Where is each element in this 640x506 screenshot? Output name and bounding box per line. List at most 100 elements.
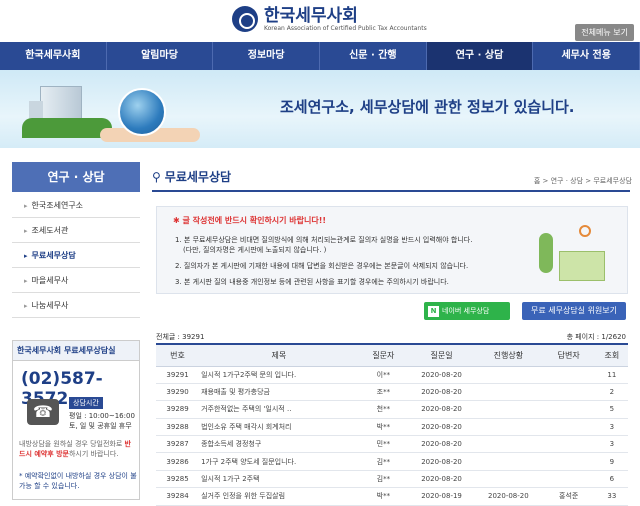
- row-answerer: [541, 400, 596, 419]
- row-views: 5: [595, 400, 628, 419]
- sidebar-item-tax-institute[interactable]: 한국조세연구소: [12, 193, 140, 218]
- row-status: [474, 435, 542, 454]
- consult-committee-button[interactable]: 무료 세무상담실 위원보기: [522, 302, 626, 320]
- visit-note-a: 내방상담을 원하실 경우 당일전화로: [19, 440, 125, 448]
- hero-banner: 조세연구소, 세무상담에 관한 정보가 있습니다.: [0, 70, 640, 148]
- row-title-link[interactable]: 종합소득세 경정청구: [199, 435, 359, 454]
- visit-note-c: 하시기 바랍니다.: [68, 450, 119, 458]
- trees-illustration: [22, 118, 112, 138]
- table-row[interactable]: 39285 일시적 1가구 2주택 김** 2020-08-20 6: [156, 470, 628, 489]
- row-title-link[interactable]: 실거주 인정을 위한 두집살림: [199, 487, 359, 506]
- row-date: 2020-08-20: [408, 366, 475, 384]
- table-row[interactable]: 39290 재용매출 및 평가충당금 조** 2020-08-20 2: [156, 383, 628, 402]
- nav-item-research[interactable]: 연구 · 상담: [426, 42, 534, 70]
- banner-text: 조세연구소, 세무상담에 관한 정보가 있습니다.: [280, 98, 575, 116]
- col-asker: 질문자: [358, 343, 409, 367]
- nav-item-news[interactable]: 신문 · 간행: [320, 42, 427, 70]
- row-title-link[interactable]: 법인소유 주택 매각시 회계처리: [199, 418, 359, 437]
- row-status: 2020-08-20: [474, 487, 542, 506]
- row-title-link[interactable]: 1가구 2주택 양도세 질문입니다.: [199, 452, 359, 471]
- notice-illustration: [519, 217, 615, 287]
- reservation-note: * 예약확인없이 내방하실 경우 상담이 불가능 할 수 있습니다.: [19, 472, 137, 490]
- row-views: 9: [595, 452, 628, 471]
- naver-consult-button[interactable]: N 네이버 세무상담: [424, 302, 510, 320]
- col-status: 진행상황: [474, 343, 542, 367]
- sidebar-item-sharing-tax[interactable]: 나눔세무사: [12, 293, 140, 318]
- telephone-icon: ☎: [27, 399, 59, 425]
- row-number: 39291: [156, 366, 200, 384]
- notice-item-1: 1. 본 무료세무상담은 비대면 질의방식에 의해 처리되는관계로 질의자 실명…: [175, 236, 473, 244]
- row-date: 2020-08-20: [408, 400, 475, 419]
- row-answerer: [541, 418, 596, 437]
- logo-title: 한국세무사회: [264, 5, 358, 26]
- page-info: 총 페이지 : 1/2620: [566, 333, 626, 341]
- consult-center-title: 한국세무사회 무료세무상담실: [13, 341, 139, 361]
- row-answerer: [541, 383, 596, 402]
- row-asker: 조**: [358, 383, 409, 402]
- row-number: 39284: [156, 487, 200, 506]
- nav-item-info[interactable]: 정보마당: [213, 42, 321, 70]
- sidebar-item-free-consult[interactable]: 무료세무상담: [12, 243, 140, 268]
- hours-weekend: 토, 일 및 공휴일 휴무: [69, 422, 132, 430]
- row-asker: 이**: [358, 366, 409, 384]
- row-title-link[interactable]: 일시적 1가구 2주택: [199, 470, 359, 489]
- row-status: [474, 400, 542, 419]
- table-header-row: 번호 제목 질문자 질문일 진행상황 답변자 조회: [156, 343, 628, 367]
- logo[interactable]: 한국세무사회 Korean Association of Certified P…: [232, 6, 427, 32]
- sidebar-menu: 한국조세연구소 조세도서관 무료세무상담 마을세무사 나눔세무사: [12, 193, 140, 318]
- row-number: 39288: [156, 418, 200, 437]
- all-menu-button[interactable]: 전체메뉴 보기: [575, 24, 634, 41]
- sidebar-title: 연구 · 상담: [12, 162, 140, 192]
- naver-consult-label: 네이버 세무상담: [442, 307, 490, 315]
- row-asker: 박**: [358, 418, 409, 437]
- col-date: 질문일: [408, 343, 475, 367]
- notice-title: ✱ 글 작성전에 반드시 확인하시기 바랍니다!!: [173, 216, 327, 225]
- col-title: 제목: [199, 343, 359, 367]
- nav-item-notice[interactable]: 알림마당: [107, 42, 214, 70]
- logo-emblem-icon: [232, 6, 258, 32]
- table-row[interactable]: 39286 1가구 2주택 양도세 질문입니다. 김** 2020-08-20 9: [156, 452, 628, 471]
- notice-item-1-sub: (다만, 질의자명은 게시판에 노출되지 않습니다. ): [183, 246, 327, 254]
- row-answerer: [541, 366, 596, 384]
- row-date: 2020-08-20: [408, 470, 475, 489]
- breadcrumb: 홈 > 연구 · 상담 > 무료세무상담: [533, 177, 632, 185]
- nav-item-members[interactable]: 세무사 전용: [533, 42, 640, 70]
- total-count: 전체글 : 39291: [156, 333, 205, 341]
- row-number: 39289: [156, 400, 200, 419]
- row-answerer: [541, 470, 596, 489]
- row-title-link[interactable]: 재용매출 및 평가충당금: [199, 383, 359, 402]
- row-answerer: 홍석준: [541, 487, 596, 506]
- row-views: 33: [595, 487, 628, 506]
- notice-item-3: 3. 본 게시판 질의 내용중 개인정보 등에 관련된 사항을 표기할 경우에는…: [175, 278, 449, 286]
- row-title-link[interactable]: 일시적 1가구2주택 문의 입니다.: [199, 366, 359, 384]
- row-views: 3: [595, 435, 628, 454]
- visit-note: 내방상담을 원하실 경우 당일전화로 반드시 예약후 방문하시기 바랍니다.: [19, 439, 137, 459]
- row-views: 2: [595, 383, 628, 402]
- naver-icon: N: [428, 306, 439, 317]
- page-title-area: ⚲ 무료세무상담: [152, 168, 231, 185]
- table-row[interactable]: 39287 종합소득세 경정청구 민** 2020-08-20 3: [156, 435, 628, 454]
- notice-item-2: 2. 질의자가 본 게시판에 기재한 내용에 대해 답변을 회신받은 경우에는 …: [175, 262, 469, 270]
- consult-hours: 평일 : 10:00~16:00 토, 일 및 공휴일 휴무: [69, 411, 135, 431]
- row-status: [474, 366, 542, 384]
- row-status: [474, 418, 542, 437]
- col-answerer: 답변자: [541, 343, 596, 367]
- consult-center-box: 한국세무사회 무료세무상담실 (02)587-3572 ☎ 상담시간 평일 : …: [12, 340, 140, 500]
- row-answerer: [541, 452, 596, 471]
- table-row[interactable]: 39284 실거주 인정을 위한 두집살림 박** 2020-08-19 2020-08…: [156, 487, 628, 506]
- main-nav: 한국세무사회 알림마당 정보마당 신문 · 간행 연구 · 상담 세무사 전용: [0, 42, 640, 70]
- row-number: 39286: [156, 452, 200, 471]
- table-row[interactable]: 39291 일시적 1가구2주택 문의 입니다. 이** 2020-08-20 11: [156, 366, 628, 384]
- table-row[interactable]: 39288 법인소유 주택 매각시 회계처리 박** 2020-08-20 3: [156, 418, 628, 437]
- globe-icon: [118, 88, 166, 136]
- row-views: 3: [595, 418, 628, 437]
- sidebar-item-tax-library[interactable]: 조세도서관: [12, 218, 140, 243]
- row-asker: 민**: [358, 435, 409, 454]
- consult-hours-badge: 상담시간: [69, 397, 103, 409]
- sidebar-item-village-tax[interactable]: 마을세무사: [12, 268, 140, 293]
- nav-item-association[interactable]: 한국세무사회: [0, 42, 107, 70]
- row-date: 2020-08-20: [408, 435, 475, 454]
- row-title-link[interactable]: 거주한적없는 주택의 '일시적 ..: [199, 400, 359, 419]
- page-title: 무료세무상담: [164, 170, 232, 184]
- table-row[interactable]: 39289 거주한적없는 주택의 '일시적 .. 천** 2020-08-20 5: [156, 400, 628, 419]
